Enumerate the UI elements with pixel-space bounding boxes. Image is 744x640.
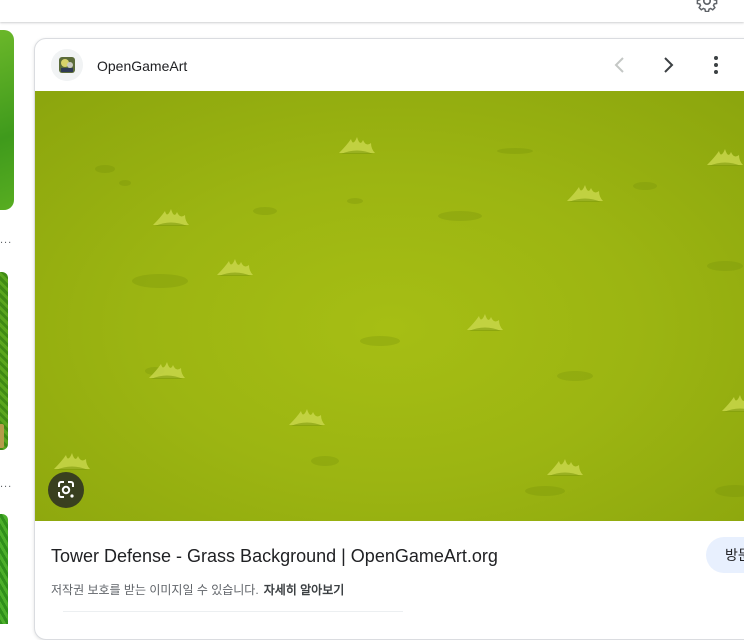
google-lens-button[interactable] <box>48 472 84 508</box>
card-header: OpenGameArt <box>35 39 744 91</box>
thumbnail-caption: ... <box>0 478 13 490</box>
related-divider <box>63 611 403 618</box>
chevron-left-icon[interactable] <box>608 53 632 77</box>
thumbnail-result[interactable] <box>0 514 8 624</box>
thumbnail-result[interactable] <box>0 30 14 210</box>
chevron-right-icon[interactable] <box>656 53 680 77</box>
opengameart-logo-icon[interactable] <box>51 49 83 81</box>
gear-icon[interactable] <box>696 0 718 12</box>
grass-texture <box>54 137 744 497</box>
preview-image[interactable] <box>35 91 744 521</box>
more-vert-icon[interactable] <box>704 53 728 77</box>
image-preview-card: OpenGameArt Tower Defense - Grass Backgr… <box>34 38 744 640</box>
copyright-text: 저작권 보호를 받는 이미지일 수 있습니다. <box>51 583 259 597</box>
visit-button[interactable]: 방문 <box>706 537 744 573</box>
copyright-notice: 저작권 보호를 받는 이미지일 수 있습니다. 자세히 알아보기 <box>51 581 344 598</box>
result-title[interactable]: Tower Defense - Grass Background | OpenG… <box>51 546 498 567</box>
thumbnail-caption: ... <box>0 234 13 246</box>
thumbnail-detail <box>0 424 4 448</box>
learn-more-link[interactable]: 자세히 알아보기 <box>264 583 345 597</box>
site-name[interactable]: OpenGameArt <box>97 58 187 74</box>
top-bar <box>0 0 744 22</box>
google-lens-icon <box>58 481 74 498</box>
